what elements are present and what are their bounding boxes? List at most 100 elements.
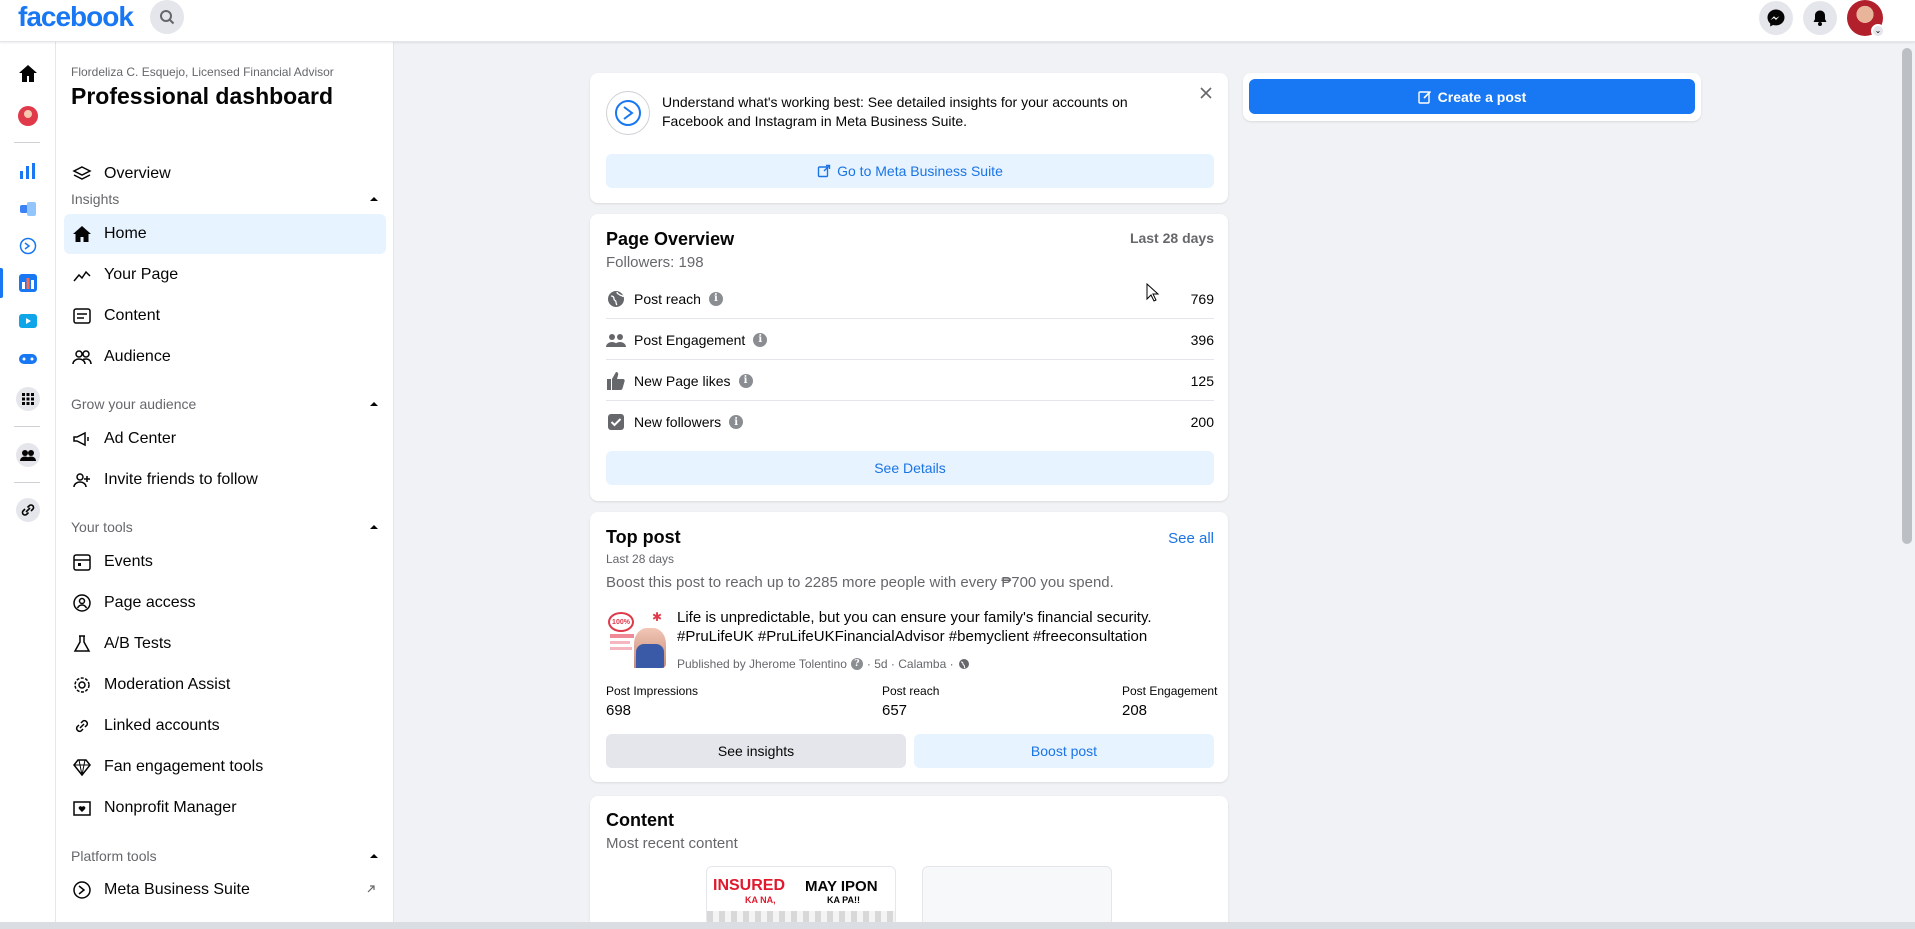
- close-button[interactable]: [1196, 83, 1216, 103]
- groups-icon[interactable]: [16, 443, 40, 467]
- sidebar-item-meta-business-suite[interactable]: Meta Business Suite: [64, 870, 386, 910]
- sidebar-item-ab-tests[interactable]: A/B Tests: [64, 624, 386, 664]
- top-navigation-bar: facebook ⌄: [0, 0, 1915, 42]
- see-insights-button[interactable]: See insights: [606, 734, 906, 768]
- sidebar-item-label: Nonprofit Manager: [104, 799, 237, 816]
- date-range-label: Last 28 days: [606, 552, 675, 566]
- search-button[interactable]: [150, 0, 184, 34]
- all-tools-icon[interactable]: [16, 387, 40, 411]
- metric-row-new-followers: New followers i 200: [606, 402, 1214, 442]
- dashboard-sidebar: Flordeliza C. Esquejo, Licensed Financia…: [56, 42, 394, 922]
- section-header-grow[interactable]: Grow your audience: [71, 394, 379, 414]
- info-icon[interactable]: i: [753, 332, 768, 347]
- sidebar-item-label: Linked accounts: [104, 717, 220, 734]
- chevron-up-icon: [370, 402, 378, 406]
- gaming-icon[interactable]: [16, 347, 40, 371]
- info-icon[interactable]: i: [729, 415, 744, 429]
- home-icon: [72, 224, 92, 244]
- button-label: Create a post: [1437, 88, 1527, 105]
- link-icon: [72, 716, 92, 736]
- audience-icon: [72, 347, 92, 367]
- section-header-your-tools[interactable]: Your tools: [71, 517, 379, 537]
- professional-dashboard-icon[interactable]: [16, 271, 40, 295]
- see-details-button[interactable]: See Details: [606, 451, 1214, 485]
- sidebar-item-content[interactable]: Content: [64, 296, 386, 336]
- sidebar-item-your-page[interactable]: Your Page: [64, 255, 386, 295]
- messenger-button[interactable]: [1759, 1, 1793, 35]
- help-icon[interactable]: ?: [850, 658, 863, 670]
- rail-active-indicator: [0, 268, 3, 298]
- flask-icon: [72, 634, 92, 654]
- boost-post-button[interactable]: Boost post: [914, 734, 1214, 768]
- metric-value: 125: [1190, 372, 1214, 389]
- sidebar-item-label: Events: [104, 553, 153, 570]
- sidebar-item-linked-accounts[interactable]: Linked accounts: [64, 706, 386, 746]
- video-icon[interactable]: [16, 309, 40, 333]
- sidebar-item-label: Ad Center: [104, 430, 177, 447]
- stat-label: Post Engagement: [1122, 684, 1218, 698]
- sidebar-item-label: Invite friends to follow: [104, 471, 258, 488]
- metric-label: Post reach: [634, 290, 701, 307]
- megaphone-icon: [72, 429, 92, 449]
- messenger-icon: [1767, 9, 1785, 27]
- facebook-logo[interactable]: facebook: [18, 0, 134, 34]
- content-library-icon: [72, 306, 92, 326]
- section-label: Your tools: [71, 519, 133, 535]
- button-label: Go to Meta Business Suite: [837, 163, 1003, 179]
- sidebar-item-audience[interactable]: Audience: [64, 337, 386, 377]
- post-text[interactable]: Life is unpredictable, but you can ensur…: [677, 608, 1217, 646]
- sidebar-item-invite-friends[interactable]: Invite friends to follow: [64, 460, 386, 500]
- sidebar-item-nonprofit-manager[interactable]: Nonprofit Manager: [64, 788, 386, 828]
- publisher-label: Published by Jherome Tolentino: [677, 657, 847, 671]
- page-scrollbar-thumb[interactable]: [1902, 48, 1912, 544]
- section-label: Insights: [71, 191, 120, 207]
- go-to-meta-business-suite-button[interactable]: Go to Meta Business Suite: [606, 154, 1214, 188]
- thumb-text: MAY IPON: [805, 878, 878, 895]
- sidebar-item-label: Fan engagement tools: [104, 758, 264, 775]
- section-header-insights[interactable]: Insights: [71, 189, 379, 209]
- sidebar-item-overview[interactable]: Overview: [64, 154, 386, 194]
- metric-row-post-reach: Post reach i 769: [606, 279, 1214, 319]
- section-header-platform-tools[interactable]: Platform tools: [71, 846, 379, 866]
- sidebar-item-fan-engagement[interactable]: Fan engagement tools: [64, 747, 386, 787]
- diamond-icon: [72, 757, 92, 777]
- thumb-badge: 100%: [608, 612, 634, 632]
- metric-label: New Page likes: [634, 372, 731, 389]
- moderation-gear-icon: [72, 675, 92, 695]
- nonprofit-icon: [72, 798, 92, 818]
- insights-icon[interactable]: [16, 159, 40, 183]
- content-thumbnail-placeholder[interactable]: [922, 866, 1112, 926]
- metric-label: New followers: [634, 414, 722, 430]
- horizontal-scrollbar[interactable]: [0, 922, 1915, 929]
- thumbs-up-icon: [606, 371, 626, 391]
- sidebar-item-ad-center[interactable]: Ad Center: [64, 419, 386, 459]
- content-thumbnail[interactable]: INSURED MAY IPON KA NA, KA PA!!: [706, 866, 896, 926]
- bell-icon: [1813, 10, 1827, 26]
- rail-divider: [14, 142, 40, 143]
- rail-divider: [14, 482, 40, 483]
- sidebar-item-events[interactable]: Events: [64, 542, 386, 582]
- stat-value: 208: [1122, 702, 1148, 719]
- meta-business-suite-icon[interactable]: [16, 234, 40, 258]
- sidebar-item-label: Your Page: [104, 266, 179, 283]
- edit-icon: [1417, 90, 1431, 104]
- notifications-button[interactable]: [1803, 1, 1837, 35]
- meta-business-suite-icon: [72, 880, 92, 900]
- sidebar-item-page-access[interactable]: Page access: [64, 583, 386, 623]
- page-owner-subtitle: Flordeliza C. Esquejo, Licensed Financia…: [71, 65, 334, 79]
- info-icon[interactable]: i: [708, 291, 723, 306]
- chevron-down-icon[interactable]: ⌄: [1871, 24, 1885, 38]
- ads-icon[interactable]: [16, 197, 40, 221]
- info-icon[interactable]: i: [738, 373, 753, 388]
- link-icon[interactable]: [16, 498, 40, 522]
- sidebar-item-moderation-assist[interactable]: Moderation Assist: [64, 665, 386, 705]
- home-icon[interactable]: [16, 62, 40, 86]
- create-post-button[interactable]: Create a post: [1249, 79, 1695, 114]
- see-all-link[interactable]: See all: [1168, 530, 1214, 547]
- post-thumbnail[interactable]: 100% ✱: [606, 608, 666, 668]
- stat-label: Post Impressions: [606, 684, 699, 698]
- sidebar-item-home[interactable]: Home: [64, 214, 386, 254]
- page-avatar-icon[interactable]: [16, 104, 40, 128]
- metric-value: 200: [1190, 414, 1214, 430]
- mouse-cursor-icon: [1146, 283, 1160, 302]
